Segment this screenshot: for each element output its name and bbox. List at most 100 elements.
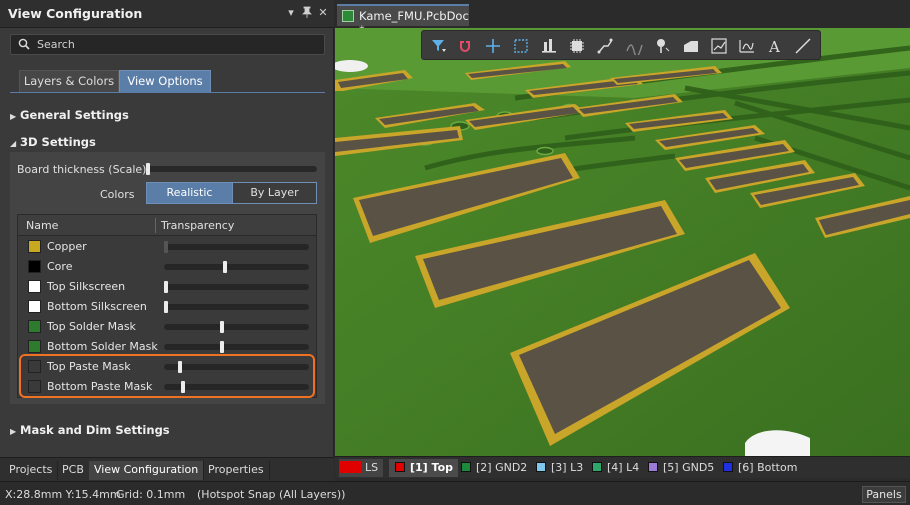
pin-icon[interactable] — [300, 6, 314, 20]
tab-view-configuration[interactable]: View Configuration — [89, 461, 205, 480]
section-general-label: General Settings — [20, 108, 129, 122]
route-icon[interactable] — [596, 37, 614, 55]
section-3d-label: 3D Settings — [20, 135, 96, 149]
chevron-right-icon: ▶ — [10, 112, 17, 121]
column-name-header[interactable]: Name — [26, 219, 58, 232]
transparency-slider[interactable] — [164, 321, 309, 333]
tab-layers-colors[interactable]: Layers & Colors — [19, 70, 119, 92]
close-icon[interactable]: ✕ — [316, 6, 330, 20]
pcb-3d-render — [335, 28, 910, 456]
colors-realistic-button[interactable]: Realistic — [147, 183, 232, 203]
pcb-doc-icon — [342, 10, 354, 22]
layer-bottom[interactable]: [6] Bottom — [723, 459, 797, 477]
layer-name: Copper — [47, 240, 87, 253]
chevron-down-icon: ◢ — [10, 139, 17, 148]
align-icon[interactable] — [540, 37, 558, 55]
ls-color-chip — [339, 461, 361, 473]
layer-bottom-swatch — [723, 462, 733, 472]
dimension-icon[interactable] — [738, 37, 756, 55]
slider-thumb[interactable] — [164, 241, 168, 253]
view-configuration-panel: View Configuration ▾ ✕ Search Layers & C… — [0, 0, 334, 481]
layer-name: Top Solder Mask — [47, 320, 136, 333]
transparency-slider[interactable] — [164, 261, 309, 273]
section-3d-settings[interactable]: ◢ 3D Settings — [10, 135, 96, 149]
table-row[interactable]: Top Solder Mask — [18, 317, 316, 337]
layer-color-swatch[interactable] — [28, 340, 41, 353]
colors-by-layer-button[interactable]: By Layer — [232, 183, 316, 203]
search-placeholder: Search — [37, 38, 75, 51]
graph-icon[interactable] — [710, 37, 728, 55]
transparency-slider[interactable] — [164, 301, 309, 313]
table-header: Name Transparency — [18, 215, 316, 236]
slider-thumb[interactable] — [164, 281, 168, 293]
tab-pcb[interactable]: PCB — [57, 461, 90, 480]
select-rect-icon[interactable] — [512, 37, 530, 55]
layer-name: Bottom Silkscreen — [47, 300, 147, 313]
layer-l3-swatch — [536, 462, 546, 472]
layer-l4[interactable]: [4] L4 — [592, 459, 639, 477]
component-icon[interactable] — [568, 37, 586, 55]
layer-top[interactable]: [1] Top — [389, 459, 459, 477]
layer-color-swatch[interactable] — [28, 280, 41, 293]
section-mask-label: Mask and Dim Settings — [20, 423, 170, 437]
board-thickness-slider[interactable] — [146, 163, 317, 175]
plus-icon[interactable] — [484, 37, 502, 55]
transparency-slider[interactable] — [164, 241, 309, 253]
document-tab-bar: Kame_FMU.PcbDoc * — [335, 0, 910, 37]
filter-icon[interactable] — [430, 37, 448, 55]
layer-gnd2[interactable]: [2] GND2 — [461, 459, 527, 477]
layer-name: Core — [47, 260, 73, 273]
panels-button[interactable]: Panels — [862, 486, 906, 503]
menu-triangle-icon[interactable]: ▾ — [284, 6, 298, 20]
layer-color-swatch[interactable] — [28, 240, 41, 253]
layer-gnd5-swatch — [648, 462, 658, 472]
layer-gnd5[interactable]: [5] GND5 — [648, 459, 714, 477]
line-icon[interactable] — [794, 37, 812, 55]
column-transparency-header[interactable]: Transparency — [161, 219, 234, 232]
transparency-slider[interactable] — [164, 341, 309, 353]
section-general-settings[interactable]: ▶ General Settings — [10, 108, 129, 122]
document-tab[interactable]: Kame_FMU.PcbDoc * — [337, 4, 469, 37]
cursor-coordinates: X:28.8mm Y:15.4mm — [5, 488, 121, 501]
layer-l3-label: [3] L3 — [551, 461, 584, 474]
pcb-3d-view[interactable] — [335, 28, 910, 456]
pin-drop-icon[interactable] — [654, 37, 672, 55]
layer-l4-label: [4] L4 — [607, 461, 640, 474]
layer-top-label: [1] Top — [410, 461, 454, 474]
board-thickness-label: Board thickness (Scale) — [17, 163, 147, 176]
diff-pair-icon[interactable] — [626, 37, 644, 55]
slider-thumb[interactable] — [220, 321, 224, 333]
transparency-slider[interactable] — [164, 281, 309, 293]
layer-color-swatch[interactable] — [28, 320, 41, 333]
tab-properties[interactable]: Properties — [203, 461, 270, 480]
panel-bottom-tabs: Projects PCB View Configuration Properti… — [0, 457, 334, 481]
layer-color-swatch[interactable] — [28, 260, 41, 273]
polygon-icon[interactable] — [682, 37, 700, 55]
table-row[interactable]: Bottom Silkscreen — [18, 297, 316, 317]
layer-bottom-label: [6] Bottom — [738, 461, 798, 474]
status-bar: X:28.8mm Y:15.4mm Grid: 0.1mm (Hotspot S… — [0, 481, 910, 505]
text-icon[interactable]: A — [766, 37, 784, 55]
table-row[interactable]: Core — [18, 257, 316, 277]
search-icon — [18, 38, 30, 50]
magnet-icon[interactable] — [456, 37, 474, 55]
tab-projects[interactable]: Projects — [4, 461, 59, 480]
section-mask-dim-settings[interactable]: ▶ Mask and Dim Settings — [10, 423, 170, 437]
layer-l3[interactable]: [3] L3 — [536, 459, 583, 477]
slider-thumb[interactable] — [223, 261, 227, 273]
layer-ls[interactable]: LS — [339, 459, 383, 477]
slider-thumb[interactable] — [146, 163, 150, 175]
table-row[interactable]: Copper — [18, 237, 316, 257]
layer-color-swatch[interactable] — [28, 300, 41, 313]
table-row[interactable]: Top Silkscreen — [18, 277, 316, 297]
layer-l4-swatch — [592, 462, 602, 472]
search-input[interactable]: Search — [10, 34, 325, 55]
slider-thumb[interactable] — [164, 301, 168, 313]
slider-thumb[interactable] — [220, 341, 224, 353]
tab-view-options[interactable]: View Options — [119, 70, 211, 92]
colors-label: Colors — [100, 188, 135, 201]
layer-ls-label: LS — [365, 461, 379, 474]
layer-gnd2-label: [2] GND2 — [476, 461, 528, 474]
layer-gnd2-swatch — [461, 462, 471, 472]
layer-name: Top Silkscreen — [47, 280, 126, 293]
